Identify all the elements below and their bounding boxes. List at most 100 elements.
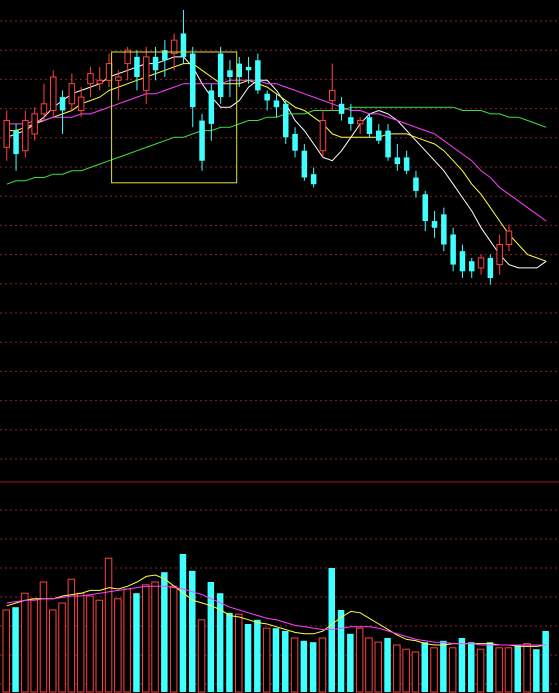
candle (13, 123, 19, 171)
candle (22, 110, 29, 158)
volume-bar (12, 607, 19, 692)
volume-bar (458, 638, 466, 692)
candle (217, 46, 224, 104)
candle-body (245, 66, 252, 71)
candle-body (255, 60, 261, 91)
candle-body (469, 261, 475, 272)
candle-body (292, 133, 298, 151)
volume-bar (133, 593, 140, 692)
volume-bar (486, 642, 494, 692)
volume-bar (169, 585, 178, 693)
ma60-line (6, 106, 547, 185)
candle (50, 70, 57, 118)
candle (319, 110, 327, 158)
candle-body (96, 79, 103, 85)
ma10-line (6, 63, 547, 262)
volume-bar (402, 648, 410, 693)
moving-average-lines (6, 56, 547, 269)
volume-bar (76, 592, 85, 693)
volume-bar (476, 648, 485, 693)
volume-bar (374, 641, 382, 693)
price-grid (0, 20, 559, 460)
candle-body (477, 257, 485, 269)
volume-bar (30, 598, 38, 693)
volume-bar (104, 557, 113, 693)
volume-bar (151, 581, 159, 693)
volume-bar (504, 647, 513, 693)
candle-body (68, 83, 76, 105)
candle-body (348, 117, 354, 124)
candle (283, 100, 289, 144)
candle (134, 50, 140, 91)
candle-body (403, 157, 410, 171)
candle-body (283, 103, 289, 138)
candle-body (31, 113, 38, 135)
candle-body (505, 230, 513, 246)
volume-bar (440, 640, 447, 692)
candle (68, 73, 76, 111)
volume-bar (86, 595, 94, 693)
volume-bar (197, 619, 206, 693)
candle (376, 123, 382, 144)
volume-bar (179, 554, 187, 692)
candle (505, 224, 513, 252)
volume-bar (365, 637, 373, 693)
volume-bar (226, 612, 233, 692)
candle-body (319, 120, 327, 152)
volume-bar (216, 593, 224, 692)
candle-body (87, 73, 94, 85)
candle-body (134, 56, 140, 77)
candle-body (217, 53, 224, 98)
volume-bar (384, 638, 391, 692)
candle-body (366, 117, 373, 134)
volume-bar (533, 649, 540, 692)
volume-bar (300, 640, 308, 692)
candle (59, 90, 66, 134)
candle-body (13, 130, 19, 155)
candle (413, 170, 419, 198)
volume-bar (272, 628, 280, 692)
candle-body (190, 53, 196, 108)
candle (450, 227, 456, 272)
candles (3, 10, 513, 285)
volume-bar (430, 647, 438, 693)
volume-bar (448, 647, 457, 693)
candle (105, 53, 113, 88)
candle (366, 113, 373, 138)
candle-body (22, 120, 29, 152)
candle-body (105, 63, 113, 81)
volume-bar (142, 584, 150, 693)
candle-body (180, 33, 187, 57)
candle (469, 257, 475, 278)
volume-bar (2, 609, 10, 693)
candle-body (152, 56, 159, 71)
volume-bar (161, 572, 168, 692)
candle (356, 117, 364, 134)
volume-bar (254, 619, 261, 692)
candle-body (264, 93, 270, 101)
candle-body (208, 90, 215, 124)
volume-bar (189, 570, 196, 692)
volume-bar (309, 642, 317, 692)
candle (180, 10, 187, 64)
candle-body (441, 214, 447, 245)
volume-bar (114, 598, 122, 693)
volume-bar (495, 647, 503, 693)
candle (273, 93, 280, 118)
candle-body (450, 234, 456, 265)
volume-bar (58, 602, 66, 693)
candle-body (487, 257, 494, 278)
candle (459, 244, 466, 278)
candle-body (40, 103, 48, 115)
candle-body (329, 89, 336, 101)
candle (310, 167, 317, 188)
candle (301, 144, 308, 181)
candle (487, 254, 494, 285)
candle (338, 97, 345, 121)
volume-bar (514, 645, 521, 692)
candle-body (431, 221, 438, 228)
candle-body (356, 120, 364, 125)
volume-bar (421, 642, 428, 692)
candle-body (338, 103, 345, 114)
candle (255, 53, 261, 94)
